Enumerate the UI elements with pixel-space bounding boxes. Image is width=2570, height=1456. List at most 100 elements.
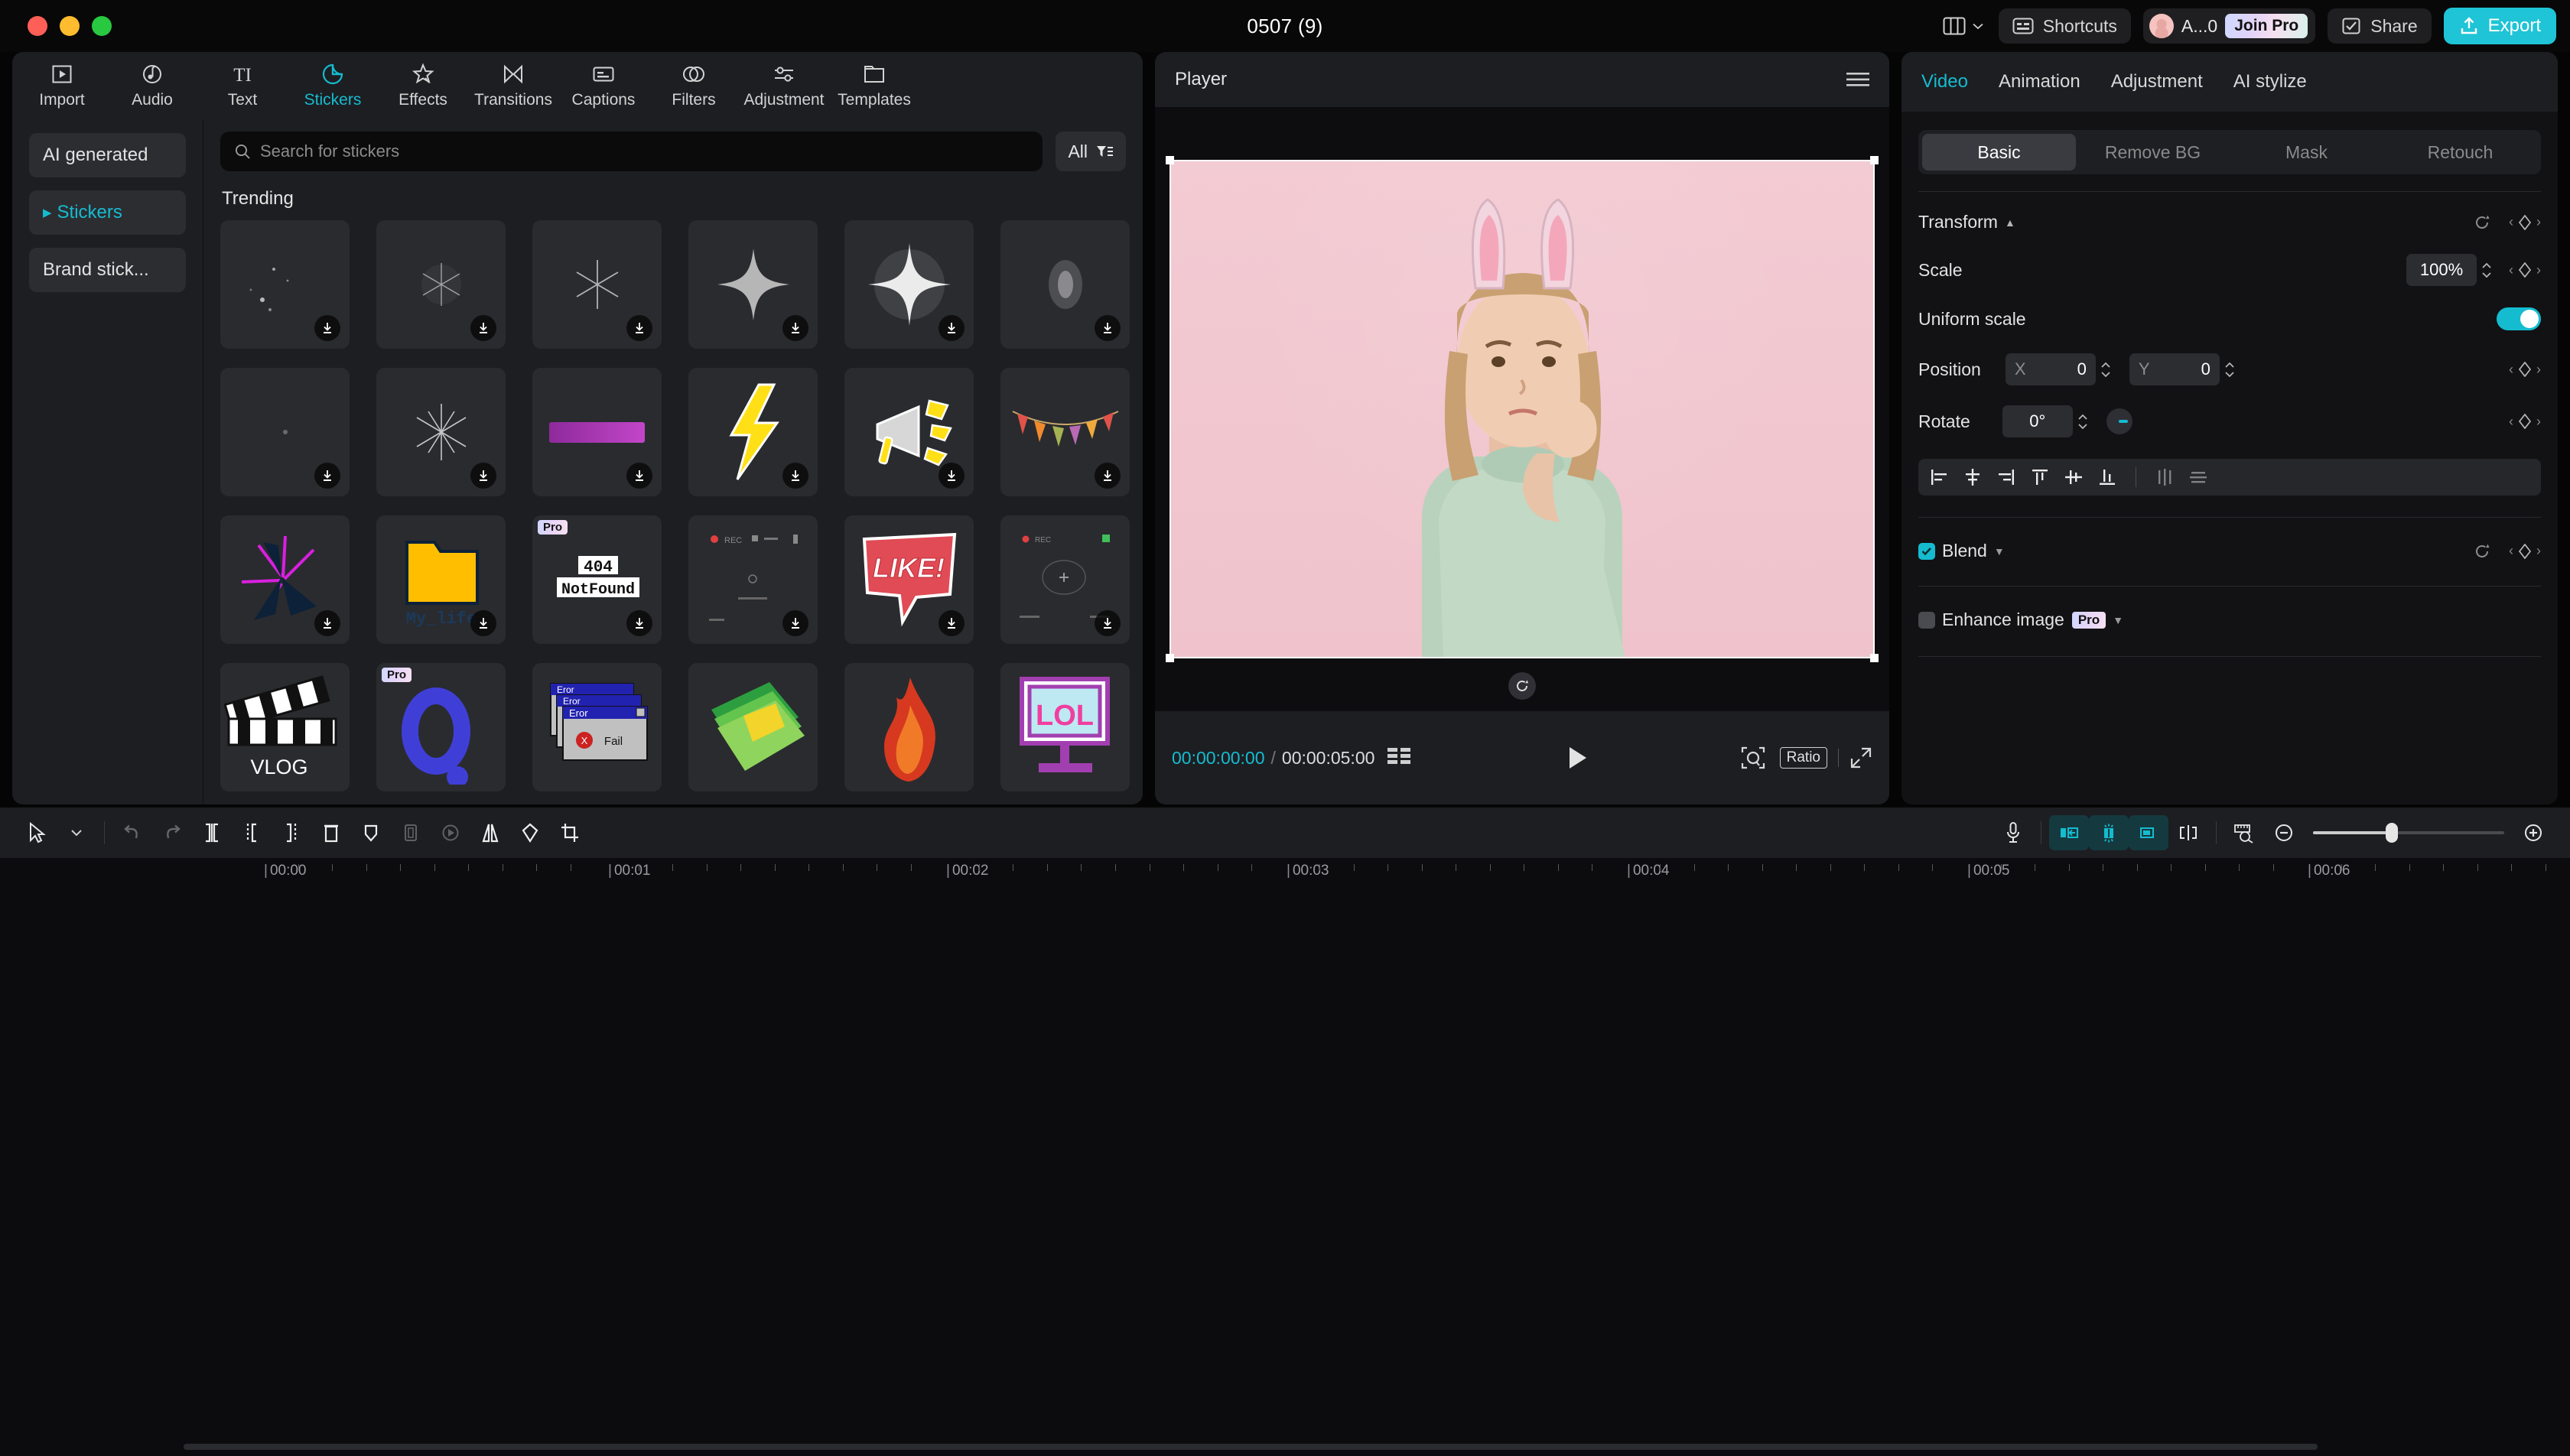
tab-import[interactable]: Import	[17, 54, 107, 117]
align-bottom-icon[interactable]	[2097, 467, 2117, 487]
category-stickers[interactable]: ▶ Stickers	[29, 190, 186, 235]
download-button[interactable]	[314, 610, 340, 636]
scale-input[interactable]: 100%	[2406, 254, 2477, 286]
stepper-down-icon[interactable]	[2077, 423, 2088, 430]
download-button[interactable]	[626, 315, 652, 341]
stepper-down-icon[interactable]	[2100, 371, 2111, 378]
rotate-input[interactable]: 0°	[2002, 405, 2073, 437]
keyframe-diamond-icon[interactable]	[2518, 262, 2532, 278]
zoom-in-button[interactable]	[2513, 815, 2553, 850]
sticker-cell[interactable]: LIKE!	[844, 515, 974, 644]
join-pro-button[interactable]: Join Pro	[2225, 14, 2308, 38]
distribute-h-icon[interactable]	[2155, 467, 2175, 487]
download-button[interactable]	[470, 315, 496, 341]
position-x-stepper[interactable]	[2100, 362, 2111, 378]
stepper-up-icon[interactable]	[2100, 362, 2111, 369]
fullscreen-icon[interactable]	[1849, 746, 1872, 769]
position-keyframe[interactable]: ‹ ›	[2509, 362, 2541, 378]
microphone-button[interactable]	[1993, 815, 2033, 850]
delete-button[interactable]	[311, 815, 351, 850]
ratio-button[interactable]: Ratio	[1779, 747, 1827, 769]
split-markers-button[interactable]	[2168, 815, 2208, 850]
filter-all-button[interactable]: All	[1056, 132, 1126, 171]
freeze-frame-button[interactable]	[431, 815, 470, 850]
sticker-cell[interactable]	[376, 368, 506, 496]
rotate-dial[interactable]	[2106, 408, 2132, 434]
sticker-cell[interactable]: LOL	[1000, 663, 1130, 791]
scale-keyframe[interactable]: ‹ ›	[2509, 262, 2541, 278]
sticker-cell[interactable]	[844, 368, 974, 496]
snap-left-button[interactable]	[2049, 815, 2089, 850]
undo-button[interactable]	[112, 815, 152, 850]
sticker-cell[interactable]: Pro 404 NotFound	[532, 515, 662, 644]
next-keyframe-icon[interactable]: ›	[2536, 414, 2541, 430]
stepper-up-icon[interactable]	[2224, 362, 2235, 369]
category-brand-stickers[interactable]: Brand stick...	[29, 248, 186, 292]
search-box[interactable]	[220, 132, 1043, 171]
sticker-cell[interactable]	[220, 515, 350, 644]
resize-handle-bl[interactable]	[1166, 654, 1174, 662]
rotate-stepper[interactable]	[2077, 414, 2088, 430]
sticker-cell[interactable]	[220, 368, 350, 496]
rotate-keyframe[interactable]: ‹ ›	[2509, 414, 2541, 430]
enhance-image-checkbox[interactable]	[1918, 611, 1935, 629]
sticker-cell[interactable]: My_life	[376, 515, 506, 644]
crop-button[interactable]	[550, 815, 590, 850]
download-button[interactable]	[939, 610, 965, 636]
chevron-up-icon[interactable]: ▲	[2005, 216, 2015, 229]
download-button[interactable]	[314, 463, 340, 489]
align-top-icon[interactable]	[2030, 467, 2050, 487]
shortcuts-button[interactable]: Shortcuts	[1998, 8, 2131, 44]
sticker-cell[interactable]	[376, 220, 506, 349]
next-keyframe-icon[interactable]: ›	[2536, 214, 2541, 230]
prev-keyframe-icon[interactable]: ‹	[2509, 214, 2513, 230]
current-time[interactable]: 00:00:00:00	[1172, 748, 1265, 769]
tab-stickers[interactable]: Stickers	[288, 54, 378, 117]
search-input[interactable]	[260, 141, 1030, 161]
sticker-cell[interactable]	[1000, 220, 1130, 349]
next-keyframe-icon[interactable]: ›	[2536, 362, 2541, 378]
download-button[interactable]	[470, 610, 496, 636]
chevron-down-icon[interactable]: ▼	[1994, 545, 2005, 557]
segment-retouch[interactable]: Retouch	[2383, 134, 2537, 171]
sticker-cell[interactable]	[532, 220, 662, 349]
sticker-cell[interactable]: Pro	[376, 663, 506, 791]
export-button[interactable]: Export	[2443, 8, 2556, 44]
sticker-cell[interactable]	[688, 220, 818, 349]
split-button[interactable]	[192, 815, 232, 850]
stepper-down-icon[interactable]	[2224, 371, 2235, 378]
blend-keyframe[interactable]: ‹ ›	[2509, 543, 2541, 559]
align-center-v-icon[interactable]	[2064, 467, 2084, 487]
sticker-cell[interactable]	[844, 663, 974, 791]
layout-switcher-button[interactable]	[1940, 13, 1986, 39]
keyframe-diamond-icon[interactable]	[2518, 414, 2532, 429]
download-button[interactable]	[939, 463, 965, 489]
position-y-input[interactable]: Y 0	[2129, 353, 2220, 385]
rotate-handle[interactable]	[1508, 672, 1536, 700]
tab-video[interactable]: Video	[1921, 71, 1968, 93]
prev-keyframe-icon[interactable]: ‹	[2509, 414, 2513, 430]
stepper-down-icon[interactable]	[2481, 271, 2492, 278]
select-tool-button[interactable]	[17, 815, 57, 850]
sticker-cell[interactable]: REC	[1000, 515, 1130, 644]
sticker-cell[interactable]	[844, 220, 974, 349]
tab-animation[interactable]: Animation	[1999, 71, 2080, 93]
download-button[interactable]	[1095, 463, 1121, 489]
reset-icon[interactable]	[2472, 541, 2492, 561]
download-button[interactable]	[1095, 610, 1121, 636]
download-button[interactable]	[1095, 315, 1121, 341]
align-right-icon[interactable]	[1996, 467, 2016, 487]
download-button[interactable]	[470, 463, 496, 489]
download-button[interactable]	[782, 463, 808, 489]
stepper-up-icon[interactable]	[2481, 262, 2492, 269]
play-button[interactable]	[1563, 744, 1589, 772]
segment-remove-bg[interactable]: Remove BG	[2076, 134, 2230, 171]
tab-adjustment[interactable]: Adjustment	[739, 54, 829, 117]
sticker-cell[interactable]	[532, 368, 662, 496]
tab-transitions[interactable]: Transitions	[468, 54, 558, 117]
tab-effects[interactable]: Effects	[378, 54, 468, 117]
tab-adjustment[interactable]: Adjustment	[2111, 71, 2203, 93]
sticker-cell[interactable]: VLOG	[220, 663, 350, 791]
trim-start-button[interactable]	[232, 815, 272, 850]
sticker-cell[interactable]: Eror Eror Eror X Fail	[532, 663, 662, 791]
